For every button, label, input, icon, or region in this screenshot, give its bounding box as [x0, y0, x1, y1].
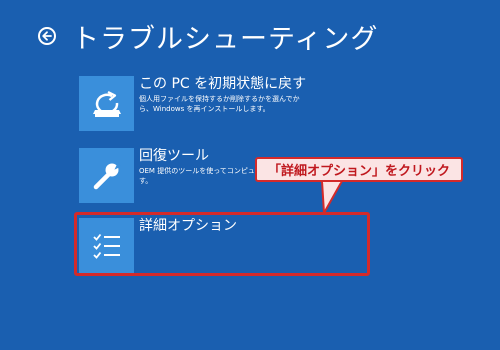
option-tile: [79, 148, 134, 203]
option-title: この PC を初期状態に戻す: [139, 76, 307, 92]
option-tile: [79, 218, 134, 273]
annotation-callout: 「詳細オプション」をクリック: [255, 157, 463, 182]
option-advanced-options[interactable]: 詳細オプション: [79, 218, 237, 273]
checklist-icon: [92, 233, 120, 259]
arrow-left-icon: [42, 31, 52, 41]
reset-pc-icon: [92, 90, 121, 117]
option-title: 詳細オプション: [139, 218, 237, 234]
option-description: 個人用ファイルを保持するか削除するかを選んでから、Windows を再インストー…: [139, 95, 300, 113]
option-reset-pc[interactable]: この PC を初期状態に戻す 個人用ファイルを保持するか削除するかを選んでから、…: [79, 76, 309, 131]
page-title: トラブルシューティング: [72, 23, 379, 55]
callout-pointer-icon: [321, 180, 343, 214]
header: トラブルシューティング: [38, 14, 378, 58]
option-tile: [79, 76, 134, 131]
back-button[interactable]: [38, 27, 56, 45]
wrench-icon: [93, 162, 121, 189]
